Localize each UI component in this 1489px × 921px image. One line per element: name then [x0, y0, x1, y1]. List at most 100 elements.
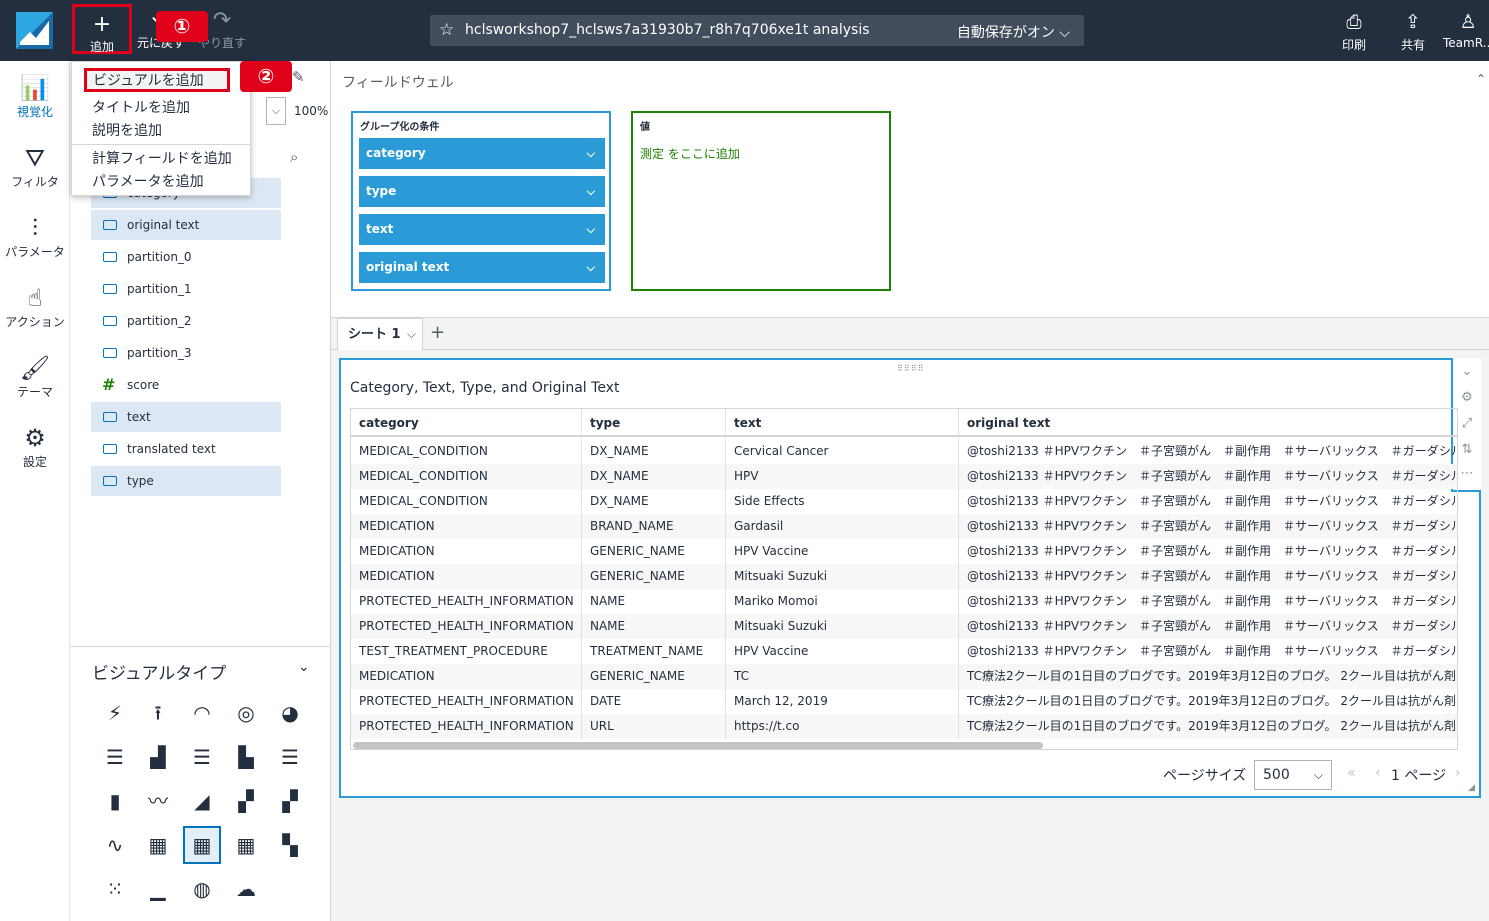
field-item-partition-0[interactable]: partition_0: [91, 242, 281, 272]
value-label: 値: [640, 122, 650, 133]
donut-chart-icon[interactable]: ◎: [229, 696, 263, 730]
menu-item-add-parameter[interactable]: パラメータを追加: [92, 171, 204, 191]
resize-handle-icon[interactable]: ◢: [1468, 783, 1475, 793]
menu-item-add-title[interactable]: タイトルを追加: [92, 97, 190, 117]
gauge-icon[interactable]: ◠: [185, 696, 219, 730]
field-item-original-text[interactable]: original text: [91, 210, 281, 240]
stacked-horizontal-bar-icon[interactable]: ☰: [185, 740, 219, 774]
horizontal-scrollbar[interactable]: [351, 741, 1457, 749]
autograph-icon[interactable]: ⚡: [98, 696, 132, 730]
well-field-original-text[interactable]: original text ⌵: [359, 252, 605, 283]
pie-chart-icon[interactable]: ◕: [273, 696, 307, 730]
column-header[interactable]: text: [726, 409, 959, 435]
table-row[interactable]: MEDICAL_CONDITION DX_NAME Side Effects @tos…: [351, 489, 1457, 514]
menu-item-add-description[interactable]: 説明を追加: [92, 120, 162, 140]
geo-map-icon[interactable]: ◍: [185, 872, 219, 906]
horizontal-bar-icon[interactable]: ☰: [98, 740, 132, 774]
add-button[interactable]: + 追加: [72, 4, 132, 54]
scatter-plot-icon[interactable]: ⁙: [98, 872, 132, 906]
well-field-text[interactable]: text ⌵: [359, 214, 605, 245]
table-row[interactable]: PROTECTED_HEALTH_INFORMATION DATE March 12…: [351, 689, 1457, 714]
gear-icon[interactable]: ⚙: [1453, 390, 1481, 405]
table-row[interactable]: PROTECTED_HEALTH_INFORMATION NAME Mitsuaki…: [351, 614, 1457, 639]
pivot-table-icon[interactable]: ▦: [229, 828, 263, 862]
column-header[interactable]: category: [351, 409, 582, 435]
field-name: original text: [127, 218, 200, 232]
chevron-down-icon[interactable]: ⌵: [587, 138, 595, 169]
table-row[interactable]: MEDICATION GENERIC_NAME TC TC療法2クール目の1日目のブロ…: [351, 664, 1458, 689]
scrollbar-thumb[interactable]: [353, 742, 1043, 749]
column-header[interactable]: original text: [959, 409, 1457, 435]
well-field-type[interactable]: type ⌵: [359, 176, 605, 207]
drag-handle-icon[interactable]: ⠿⠿⠿⠿: [897, 364, 924, 373]
prev-page-icon[interactable]: ‹: [1375, 765, 1381, 781]
menu-item-add-visual[interactable]: ビジュアルを追加: [84, 68, 230, 92]
percent-horizontal-bar-icon[interactable]: ☰: [273, 740, 307, 774]
next-page-icon[interactable]: ›: [1455, 765, 1461, 781]
field-item-text[interactable]: text: [91, 402, 281, 432]
table-row[interactable]: MEDICATION GENERIC_NAME Mitsuaki Suzuki @to…: [351, 564, 1457, 589]
table-row[interactable]: PROTECTED_HEALTH_INFORMATION NAME Mariko M…: [351, 589, 1457, 614]
percent-vertical-bar-icon[interactable]: ▮: [98, 784, 132, 818]
sparkline-icon[interactable]: ∿: [98, 828, 132, 862]
table-row[interactable]: MEDICATION BRAND_NAME Gardasil @toshi2133 ＃…: [351, 514, 1457, 539]
table-row[interactable]: MEDICATION GENERIC_NAME HPV Vaccine @toshi2…: [351, 539, 1457, 564]
first-page-icon[interactable]: «: [1347, 765, 1356, 781]
rail-item-parameters[interactable]: ⫶ パラメータ: [0, 213, 70, 260]
rail-item-filter[interactable]: ⛛ フィルタ: [0, 143, 70, 190]
area-chart-icon[interactable]: ◢: [185, 784, 219, 818]
collapse-visual-icon[interactable]: ⌄: [1453, 364, 1481, 379]
autosave-toggle[interactable]: 自動保存がオン ⌵: [957, 22, 1070, 42]
star-icon[interactable]: ☆: [439, 20, 454, 40]
chevron-down-icon[interactable]: ⌵: [587, 214, 595, 245]
dataset-dropdown[interactable]: ⌵: [266, 97, 286, 125]
word-cloud-icon[interactable]: ☁: [229, 872, 263, 906]
tab-sheet-1[interactable]: シート 1 ⌵: [337, 318, 423, 350]
share-button[interactable]: ⇪ 共有: [1389, 10, 1437, 53]
search-icon[interactable]: ⌕: [290, 148, 298, 166]
histogram-icon[interactable]: ▁: [141, 872, 175, 906]
field-item-score[interactable]: # score: [91, 370, 281, 400]
field-item-type[interactable]: type: [91, 466, 281, 496]
chevron-down-icon[interactable]: ⌵: [587, 252, 595, 283]
field-item-partition-3[interactable]: partition_3: [91, 338, 281, 368]
table-cell: TC療法2クール目の1日目のブログです。2019年3月12日のブログ。 2クール…: [967, 669, 1458, 683]
table-row[interactable]: MEDICAL_CONDITION DX_NAME HPV @toshi2133 ＃H…: [351, 464, 1457, 489]
analysis-title-bar[interactable]: ☆ hclsworkshop7_hclsws7a31930b7_r8h7q706…: [430, 15, 1084, 46]
line-chart-icon[interactable]: 〰: [141, 784, 175, 818]
quicksight-logo[interactable]: [16, 12, 53, 49]
rail-item-settings[interactable]: ⚙ 設定: [0, 423, 70, 470]
table-row[interactable]: PROTECTED_HEALTH_INFORMATION URL https://t…: [351, 714, 1457, 739]
user-menu-button[interactable]: ♙ TeamR...: [1443, 10, 1489, 50]
rail-item-actions[interactable]: ☝ アクション: [0, 283, 70, 330]
rail-item-themes[interactable]: 🖌 テーマ: [0, 353, 70, 400]
column-header[interactable]: type: [582, 409, 726, 435]
chevron-down-icon[interactable]: ⌵: [407, 319, 416, 350]
combo-stacked-icon[interactable]: ▞: [273, 784, 307, 818]
print-button[interactable]: ⎙ 印刷: [1330, 10, 1378, 53]
chevron-down-icon[interactable]: ⌄: [298, 659, 310, 675]
pencil-icon[interactable]: ✎: [292, 68, 305, 86]
chevron-down-icon[interactable]: ⌵: [587, 176, 595, 207]
combo-line-bar-icon[interactable]: ▞: [229, 784, 263, 818]
rail-item-visualize[interactable]: 📊 視覚化: [0, 73, 70, 120]
page-size-select[interactable]: 500 ⌵: [1254, 760, 1332, 790]
field-item-partition-1[interactable]: partition_1: [91, 274, 281, 304]
heat-map-icon[interactable]: ▦: [141, 828, 175, 862]
kpi-icon[interactable]: ⭱: [141, 696, 175, 730]
value-well[interactable]: 値 測定 をここに追加: [631, 111, 891, 291]
tree-map-icon[interactable]: ▚: [273, 828, 307, 862]
add-sheet-button[interactable]: +: [430, 322, 445, 343]
menu-item-add-calculated-field[interactable]: 計算フィールドを追加: [92, 148, 232, 168]
vertical-bar-icon[interactable]: ▟: [141, 740, 175, 774]
table-icon[interactable]: ▦: [183, 826, 221, 864]
collapse-icon[interactable]: ⌃: [1476, 72, 1486, 86]
field-item-partition-2[interactable]: partition_2: [91, 306, 281, 336]
table-row[interactable]: MEDICAL_CONDITION DX_NAME Cervical Cancer @…: [351, 439, 1457, 464]
table-visual[interactable]: ⠿⠿⠿⠿ Category, Text, Type, and Original …: [339, 358, 1481, 798]
group-by-well[interactable]: グループ化の条件 category ⌵ type ⌵ text ⌵ origin…: [351, 111, 611, 291]
table-row[interactable]: TEST_TREATMENT_PROCEDURE TREATMENT_NAME HP…: [351, 639, 1457, 664]
field-item-translated-text[interactable]: translated text: [91, 434, 281, 464]
well-field-category[interactable]: category ⌵: [359, 138, 605, 169]
stacked-vertical-bar-icon[interactable]: ▙: [229, 740, 263, 774]
